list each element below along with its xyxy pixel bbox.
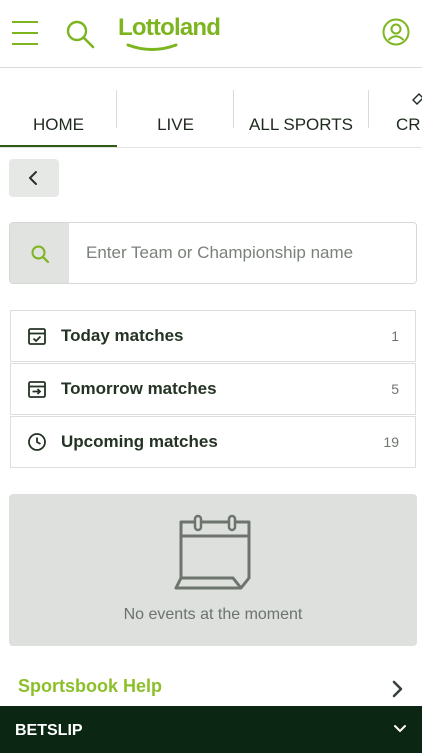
search-button[interactable] — [10, 223, 69, 283]
today-matches-label: Today matches — [61, 326, 184, 345]
tab-live-label: LIVE — [157, 115, 194, 134]
tab-home[interactable]: HOME — [0, 88, 117, 147]
upcoming-matches-row[interactable]: Upcoming matches 19 — [10, 416, 416, 468]
tab-home-label: HOME — [33, 115, 84, 134]
betslip-bar[interactable]: BETSLIP — [0, 706, 422, 753]
user-account-icon[interactable] — [382, 18, 410, 46]
tab-all-sports[interactable]: ALL SPORTS — [234, 88, 368, 147]
back-button[interactable] — [9, 159, 59, 197]
chevron-left-icon — [29, 171, 37, 185]
tomorrow-matches-count: 5 — [391, 381, 399, 397]
search-icon[interactable] — [64, 18, 96, 50]
today-matches-count: 1 — [391, 328, 399, 344]
chevron-right-icon — [392, 680, 403, 698]
chevron-down-icon — [394, 725, 406, 732]
tab-cricket-label: CRI — [396, 115, 422, 134]
sportsbook-help-link[interactable]: Sportsbook Help — [18, 676, 412, 704]
sports-tab-bar: HOME LIVE ALL SPORTS CRI — [0, 88, 422, 148]
upcoming-matches-label: Upcoming matches — [61, 432, 218, 451]
clock-icon — [28, 433, 46, 451]
calendar-arrow-icon — [28, 381, 46, 398]
tab-all-sports-label: ALL SPORTS — [249, 115, 353, 134]
search-input[interactable] — [69, 223, 416, 283]
tomorrow-matches-row[interactable]: Tomorrow matches 5 — [10, 363, 416, 415]
app-header: Lottoland — [0, 0, 422, 68]
tab-cricket[interactable]: CRI — [369, 88, 422, 147]
team-search-box — [9, 222, 417, 284]
empty-state-panel: No events at the moment — [9, 494, 417, 646]
tomorrow-matches-label: Tomorrow matches — [61, 379, 217, 398]
calendar-check-icon — [28, 328, 46, 345]
lottoland-logo[interactable]: Lottoland — [118, 14, 226, 54]
tab-live[interactable]: LIVE — [117, 88, 234, 147]
cricket-icon — [412, 93, 422, 105]
calendar-icon — [174, 514, 251, 590]
empty-state-message: No events at the moment — [123, 606, 303, 623]
hamburger-menu-icon[interactable] — [12, 19, 38, 46]
search-icon — [31, 245, 50, 264]
upcoming-matches-count: 19 — [383, 434, 399, 450]
sportsbook-help-label: Sportsbook Help — [18, 676, 163, 696]
betslip-label: BETSLIP — [15, 722, 83, 739]
today-matches-row[interactable]: Today matches 1 — [10, 310, 416, 362]
